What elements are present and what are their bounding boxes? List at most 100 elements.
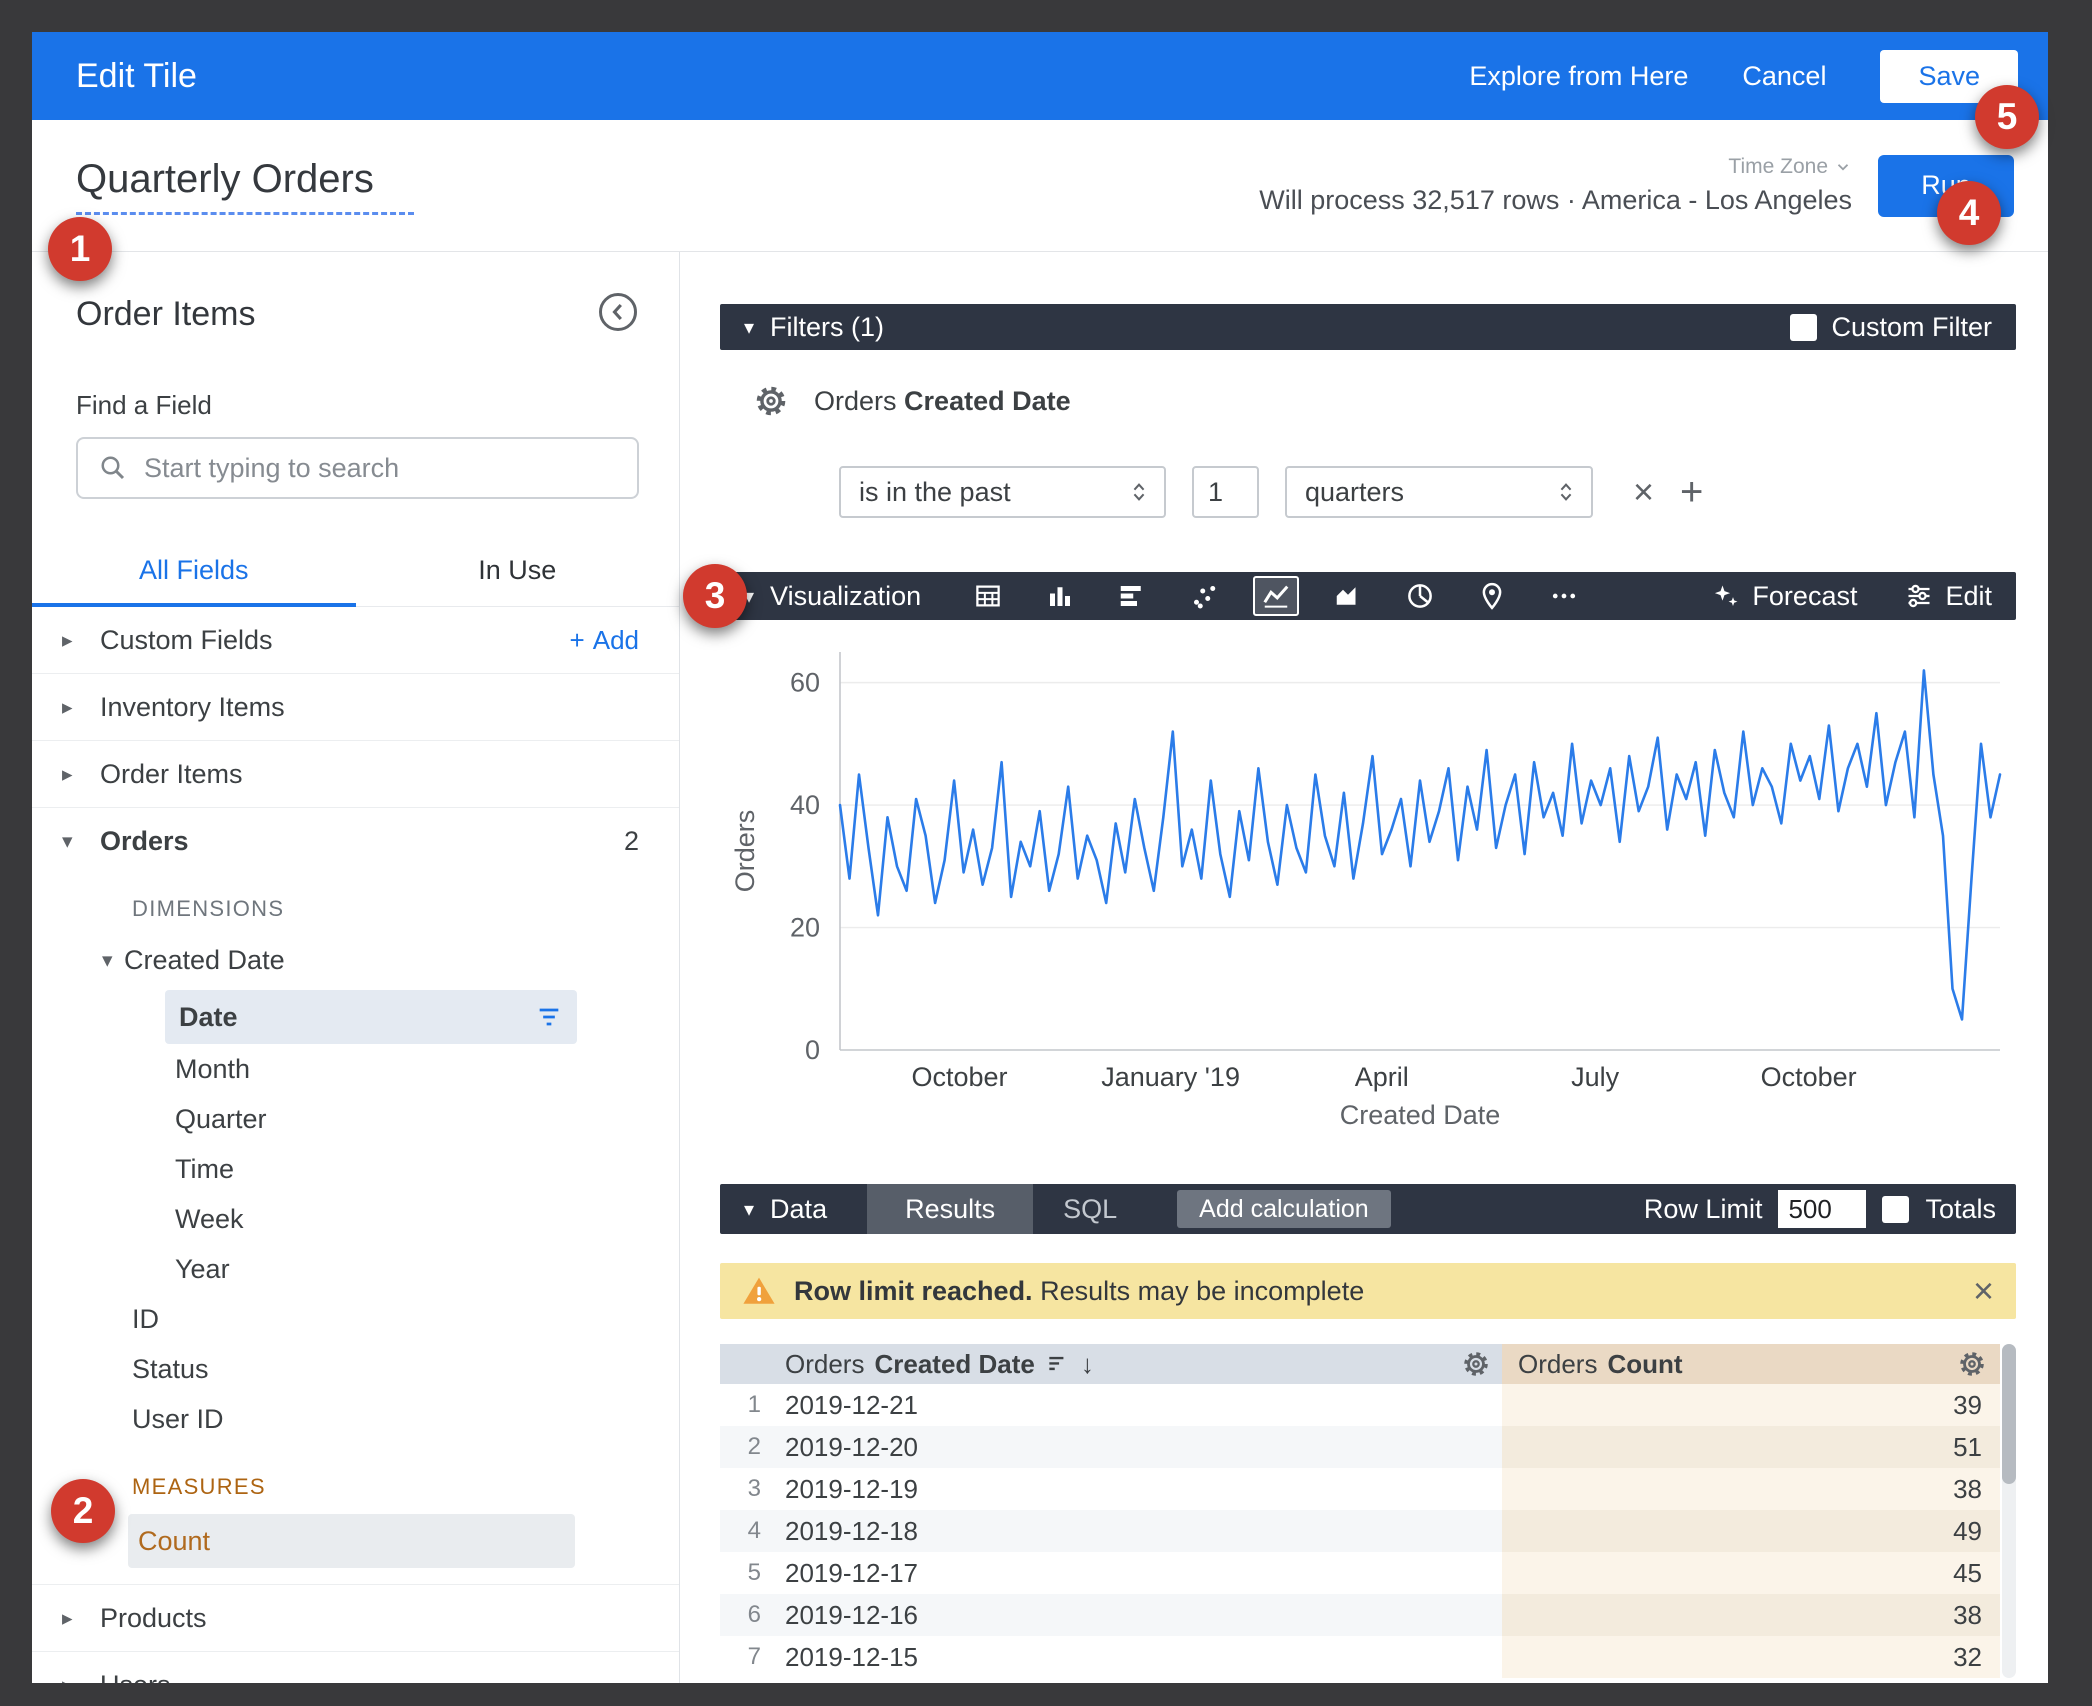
sidebar-item-orders[interactable]: ▾ Orders 2 [32,808,679,874]
sidebar-item-custom-fields[interactable]: ▸ Custom Fields +Add [32,607,679,673]
count-column-header[interactable]: Orders Count [1502,1344,2000,1384]
chevron-down-icon: ▾ [744,1197,754,1222]
page-title: Edit Tile [76,57,197,96]
row-index: 1 [720,1384,771,1426]
add-custom-field-button[interactable]: +Add [570,625,639,656]
tab-all-fields[interactable]: All Fields [32,539,356,606]
close-icon[interactable]: × [1973,1270,1994,1312]
explore-from-here-button[interactable]: Explore from Here [1469,61,1688,92]
field-time[interactable]: Time [32,1144,679,1194]
field-search-input[interactable] [144,453,617,484]
group-label: Users [100,1670,171,1684]
area-chart-icon[interactable] [1325,576,1371,616]
table-row: 12019-12-2139 [720,1384,2000,1426]
sidebar-item-inventory-items[interactable]: ▸ Inventory Items [32,674,679,740]
column-chart-icon[interactable] [1037,576,1083,616]
gear-icon[interactable] [1958,1350,1986,1378]
dimensions-section-label: DIMENSIONS [132,896,679,922]
viz-type-picker [965,576,1587,616]
horizontal-bar-icon[interactable] [1109,576,1155,616]
line-chart-icon[interactable] [1253,576,1299,616]
filter-unit-select[interactable]: quarters [1285,466,1593,518]
field-user-id[interactable]: User ID [32,1394,679,1444]
count-cell[interactable]: 38 [1502,1468,2000,1510]
filter-value-input[interactable] [1192,466,1259,518]
annotation-badge-3: 3 [683,564,747,628]
field-year[interactable]: Year [32,1244,679,1294]
gear-icon[interactable] [1462,1350,1490,1378]
totals-checkbox[interactable] [1882,1196,1909,1223]
count-cell[interactable]: 49 [1502,1510,2000,1552]
field-search-box [76,437,639,499]
table-row: 72019-12-1532 [720,1636,2000,1678]
count-cell[interactable]: 38 [1502,1594,2000,1636]
filter-condition-select[interactable]: is in the past [839,466,1166,518]
created-date-cell[interactable]: 2019-12-21 [771,1384,1502,1426]
chevron-down-icon: ▾ [744,315,754,340]
field-tabs: All Fields In Use [32,539,679,607]
table-row: 52019-12-1745 [720,1552,2000,1594]
count-cell[interactable]: 51 [1502,1426,2000,1468]
svg-text:20: 20 [790,913,820,943]
created-date-cell[interactable]: 2019-12-16 [771,1594,1502,1636]
filters-label: Filters (1) [770,312,884,343]
sidebar-item-users[interactable]: ▸ Users [32,1652,679,1683]
table-scrollbar[interactable] [2002,1344,2016,1678]
field-status[interactable]: Status [32,1344,679,1394]
cancel-button[interactable]: Cancel [1742,61,1826,92]
row-index: 3 [720,1468,771,1510]
remove-filter-icon[interactable]: × [1633,471,1654,513]
count-cell[interactable]: 45 [1502,1552,2000,1594]
scrollbar-thumb[interactable] [2002,1344,2016,1484]
filter-field-label: Orders Created Date [814,386,1071,417]
tab-results[interactable]: Results [867,1184,1033,1234]
tab-in-use[interactable]: In Use [356,539,680,606]
row-limit-input[interactable] [1778,1190,1866,1228]
more-options-icon[interactable] [1541,576,1587,616]
created-date-cell[interactable]: 2019-12-20 [771,1426,1502,1468]
timezone-selector[interactable]: Time Zone [1728,155,1852,179]
count-cell[interactable]: 39 [1502,1384,2000,1426]
row-index: 4 [720,1510,771,1552]
created-date-cell[interactable]: 2019-12-17 [771,1552,1502,1594]
add-calculation-button[interactable]: Add calculation [1177,1190,1391,1228]
custom-filter-checkbox[interactable] [1790,314,1817,341]
sparkle-icon [1712,582,1740,610]
field-week[interactable]: Week [32,1194,679,1244]
collapse-panel-icon[interactable] [597,291,639,338]
table-icon[interactable] [965,576,1011,616]
visualization-section-bar[interactable]: ▾ Visualization Forecast [720,572,2016,620]
created-date-cell[interactable]: 2019-12-15 [771,1636,1502,1678]
field-date-selected[interactable]: Date [165,990,577,1044]
count-cell[interactable]: 32 [1502,1636,2000,1678]
pie-chart-icon[interactable] [1397,576,1443,616]
unfold-arrows-icon [1128,481,1150,503]
field-id[interactable]: ID [32,1294,679,1344]
field-month[interactable]: Month [32,1044,679,1094]
tile-title[interactable]: Quarterly Orders [76,157,414,215]
group-label: Order Items [100,759,243,790]
table-row: 32019-12-1938 [720,1468,2000,1510]
tab-sql[interactable]: SQL [1033,1194,1147,1225]
table-header: Orders Created Date ↓ Orders Count [720,1344,2000,1384]
filter-icon[interactable] [535,1003,563,1031]
created-date-cell[interactable]: 2019-12-19 [771,1468,1502,1510]
gear-icon[interactable] [754,384,788,418]
field-count-selected[interactable]: Count [128,1514,575,1568]
map-pin-icon[interactable] [1469,576,1515,616]
created-date-column-header[interactable]: Orders Created Date ↓ [771,1344,1502,1384]
field-quarter[interactable]: Quarter [32,1094,679,1144]
add-filter-icon[interactable]: + [1680,470,1703,515]
forecast-button[interactable]: Forecast [1712,581,1857,612]
sidebar-item-order-items[interactable]: ▸ Order Items [32,741,679,807]
sidebar-item-products[interactable]: ▸ Products [32,1585,679,1651]
sidebar-item-created-date[interactable]: ▾ Created Date [32,936,679,984]
row-limit-warning-banner: Row limit reached. Results may be incomp… [720,1263,2016,1319]
scatter-icon[interactable] [1181,576,1227,616]
annotation-badge-5: 5 [1975,85,2039,149]
edit-visualization-button[interactable]: Edit [1905,581,1992,612]
filters-section-bar[interactable]: ▾ Filters (1) Custom Filter [720,304,2016,350]
data-section-bar[interactable]: ▾ Data Results SQL Add calculation Row L… [720,1184,2016,1234]
explore-name: Order Items [76,295,255,334]
created-date-cell[interactable]: 2019-12-18 [771,1510,1502,1552]
